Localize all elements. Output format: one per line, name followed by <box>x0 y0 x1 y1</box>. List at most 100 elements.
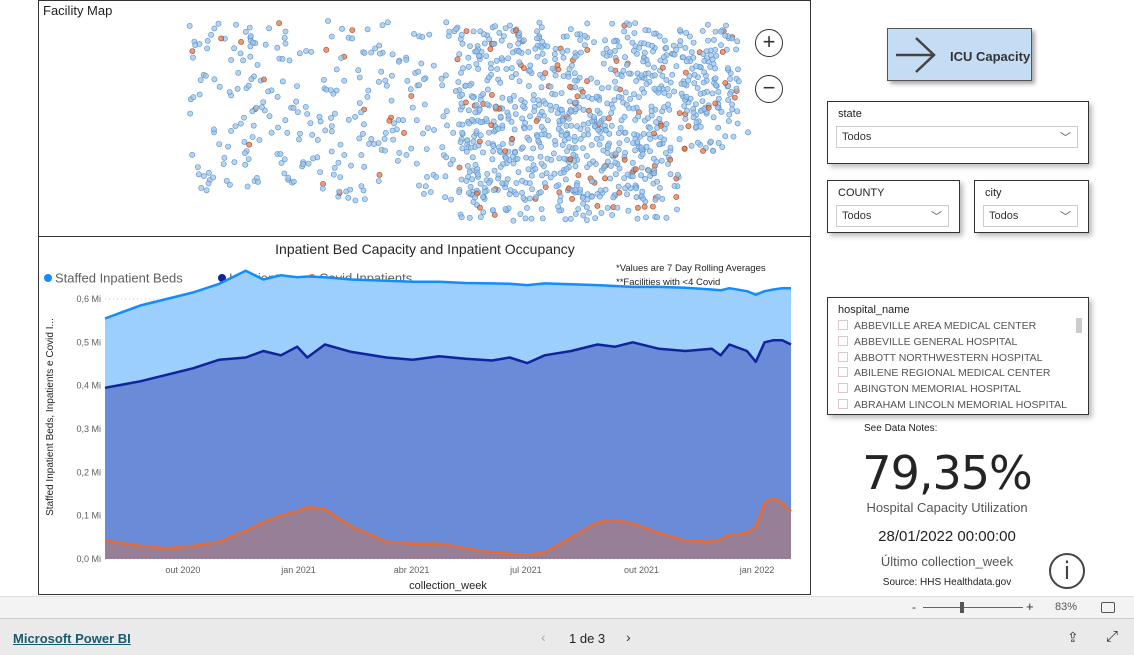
y-axis-title: Staffed Inpatient Beds, Inpatients e Cov… <box>45 318 56 516</box>
facility-dot <box>580 93 586 100</box>
facility-dot <box>654 178 660 185</box>
facility-dot <box>594 202 601 209</box>
facility-dot <box>192 42 199 49</box>
facility-dot <box>631 131 637 138</box>
facility-dot <box>308 48 315 55</box>
facility-dot <box>420 190 427 197</box>
info-icon[interactable]: i <box>1049 553 1085 589</box>
data-notes-link[interactable]: See Data Notes: <box>864 423 937 434</box>
scrollbar[interactable] <box>1076 318 1082 333</box>
hospital-option[interactable]: ABBEVILLE GENERAL HOSPITAL <box>838 335 1017 348</box>
facility-dot <box>476 138 483 145</box>
facility-dot <box>255 178 261 185</box>
facility-dot <box>390 136 397 143</box>
hospital-slicer: hospital_name ABBEVILLE AREA MEDICAL CEN… <box>827 297 1089 415</box>
facility-dot <box>560 117 566 124</box>
y-tick-label: 0,1 Mi <box>76 511 101 521</box>
facility-dot <box>621 156 628 163</box>
facility-dot <box>690 109 697 116</box>
power-bi-link[interactable]: Microsoft Power BI <box>13 631 131 646</box>
facility-dot <box>584 196 591 203</box>
facility-dot <box>586 209 592 216</box>
facility-dot <box>643 214 649 221</box>
hospital-option[interactable]: ABRAHAM LINCOLN MEMORIAL HOSPITAL <box>838 399 1067 411</box>
facility-map[interactable]: Facility Map + − <box>38 0 811 237</box>
facility-dot <box>196 91 203 98</box>
hospital-option[interactable]: ABBOTT NORTHWESTERN HOSPITAL <box>838 351 1043 364</box>
zoom-slider-handle[interactable] <box>960 602 964 613</box>
facility-dot <box>663 121 670 127</box>
checkbox[interactable] <box>838 383 848 394</box>
arrow-right-icon <box>896 37 936 73</box>
checkbox[interactable] <box>838 367 848 378</box>
facility-dot <box>231 45 237 52</box>
facility-dot <box>529 186 535 192</box>
share-icon[interactable]: ⇪ <box>1067 629 1079 646</box>
checkbox[interactable] <box>838 320 848 330</box>
facility-dot <box>691 71 698 78</box>
zoom-out-button[interactable]: − <box>755 75 783 103</box>
facility-dot <box>290 105 297 111</box>
hospital-option[interactable]: ABILENE REGIONAL MEDICAL CENTER <box>838 367 1050 379</box>
facility-dot <box>613 85 620 92</box>
facility-dot <box>458 176 465 183</box>
facility-dot <box>584 20 591 27</box>
facility-dot <box>493 57 500 64</box>
icu-capacity-button[interactable]: ICU Capacity <box>887 28 1032 81</box>
facility-dot <box>636 44 643 51</box>
zoom-in-button[interactable]: + <box>755 29 783 57</box>
facility-dot <box>511 126 518 133</box>
checkbox[interactable] <box>838 335 848 346</box>
area-inpatients <box>105 340 791 559</box>
hospital-option[interactable]: ABINGTON MEMORIAL HOSPITAL <box>838 383 1021 395</box>
facility-dot <box>678 90 685 97</box>
zoom-slider[interactable] <box>923 607 1023 608</box>
facility-dot <box>677 42 683 49</box>
city-dropdown[interactable]: Todos ﹀ <box>983 205 1078 227</box>
facility-dot <box>309 131 316 138</box>
hospital-option-label: ABBOTT NORTHWESTERN HOSPITAL <box>854 351 1043 364</box>
next-page-icon[interactable]: › <box>626 629 631 645</box>
facility-dot <box>512 111 519 117</box>
facility-dot <box>418 60 425 67</box>
facility-dot <box>328 123 335 129</box>
facility-dot <box>527 113 533 120</box>
facility-dot <box>727 91 733 97</box>
zoom-out-button[interactable]: - <box>912 600 916 614</box>
facility-dot <box>715 124 722 131</box>
facility-dot <box>652 196 659 203</box>
y-tick-label: 0,0 Mi <box>76 554 101 564</box>
facility-dot <box>547 174 554 181</box>
facility-dot <box>382 77 389 84</box>
facility-dot <box>563 166 570 172</box>
facility-dot <box>549 65 556 72</box>
prev-page-icon[interactable]: ‹ <box>541 629 546 645</box>
facility-dot <box>592 215 599 221</box>
facility-dot <box>560 54 567 61</box>
facility-dot <box>400 117 406 124</box>
county-dropdown[interactable]: Todos ﹀ <box>836 205 949 227</box>
facility-dot <box>443 154 450 161</box>
facility-dot <box>593 93 600 100</box>
facility-dot <box>233 21 239 28</box>
facility-dot <box>600 60 607 67</box>
facility-dot <box>577 126 584 133</box>
facility-dot <box>431 127 437 133</box>
facility-dot <box>694 85 701 91</box>
state-dropdown[interactable]: Todos ﹀ <box>836 126 1078 148</box>
hospital-option[interactable]: ABBEVILLE AREA MEDICAL CENTER <box>838 320 1036 332</box>
y-tick-label: 0,6 Mi <box>76 294 101 304</box>
facility-dot <box>572 54 578 61</box>
facility-dot <box>512 27 519 34</box>
facility-dot <box>284 129 291 136</box>
facility-dot <box>316 113 323 120</box>
facility-dot <box>513 180 520 186</box>
checkbox[interactable] <box>838 351 848 362</box>
facility-dot <box>671 51 678 58</box>
fit-page-icon[interactable] <box>1101 602 1115 613</box>
fullscreen-icon[interactable]: ⤢ <box>1106 628 1118 645</box>
zoom-in-button[interactable]: + <box>1026 599 1034 614</box>
chevron-down-icon: ﹀ <box>931 211 942 223</box>
checkbox[interactable] <box>838 399 848 409</box>
facility-dot <box>574 93 581 100</box>
